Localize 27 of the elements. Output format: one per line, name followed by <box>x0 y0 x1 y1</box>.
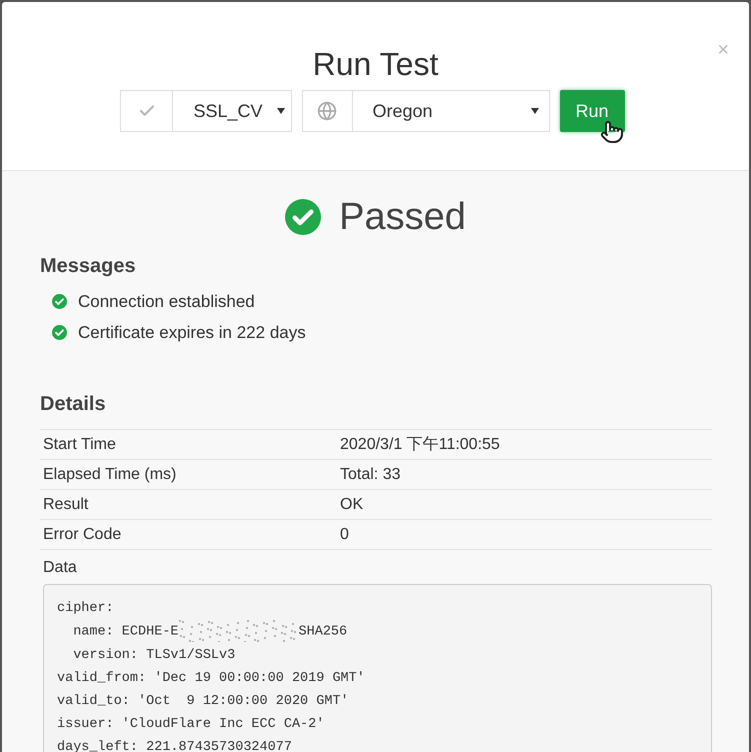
check-circle-icon <box>52 324 67 340</box>
test-select[interactable]: SSL_CV <box>120 90 292 132</box>
details-heading: Details <box>40 392 107 417</box>
message-text: Connection established <box>78 291 255 313</box>
status-label: Passed <box>339 195 466 239</box>
globe-icon <box>317 101 337 121</box>
detail-label: Start Time <box>42 434 117 454</box>
detail-label: Elapsed Time (ms) <box>42 464 178 484</box>
location-value: Oregon <box>372 100 433 123</box>
test-value: SSL_CV <box>193 100 262 122</box>
detail-value: Total: 33 <box>340 464 400 484</box>
detail-value: OK <box>340 494 364 514</box>
data-block: cipher: name: ECDHE-E SHA256 version: TLSv1/SSLv3 valid_from: 'Dec 19 00:00:00 2019 GMT' valid_to: 'Oct 9 12:00:00 2020 GMT' issuer: 'CloudFlare Inc ECC CA-2' days_left: 221.87435730324077 <box>43 584 712 752</box>
check-circle-icon <box>285 199 322 235</box>
message-text: Certificate expires in 222 days <box>78 322 306 344</box>
dialog-title: Run Test <box>312 45 438 84</box>
caret-icon <box>276 108 284 114</box>
caret-icon <box>530 108 538 114</box>
detail-label: Result <box>42 494 90 514</box>
detail-label: Error Code <box>42 524 122 544</box>
hand-cursor-icon <box>600 120 624 144</box>
detail-value: 2020/3/1 下午11:00:55 <box>340 434 500 454</box>
location-select[interactable]: Oregon <box>302 90 550 132</box>
data-label: Data <box>43 559 77 576</box>
check-circle-icon <box>52 294 67 310</box>
detail-value: 0 <box>340 524 349 544</box>
messages-heading: Messages <box>40 254 137 279</box>
